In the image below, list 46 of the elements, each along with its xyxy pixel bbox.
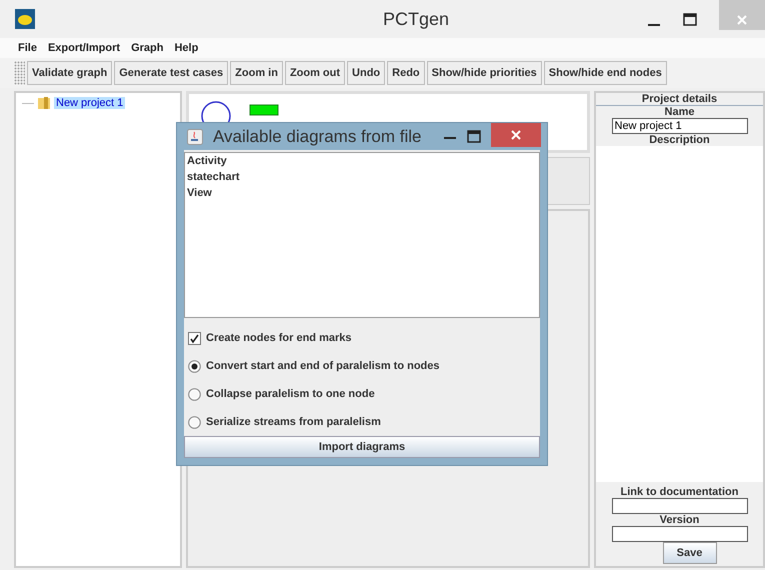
menu-item[interactable]: Export/Import xyxy=(48,42,120,54)
list-item[interactable]: View xyxy=(187,187,537,203)
toolbar-button[interactable]: Validate graph xyxy=(27,61,112,85)
menu-item[interactable]: File xyxy=(18,42,37,54)
dialog-title: Available diagrams from file xyxy=(213,126,422,146)
maximize-icon[interactable] xyxy=(683,13,697,27)
toolbar-button[interactable]: Undo xyxy=(347,61,386,85)
link-field[interactable] xyxy=(612,498,748,514)
toolbar-button[interactable]: Zoom in xyxy=(230,61,283,85)
toolbar-button[interactable]: Show/hide end nodes xyxy=(544,61,667,85)
option-label: Convert start and end of paralelism to nodes xyxy=(206,360,440,372)
panel-title: Project details xyxy=(596,93,763,106)
close-icon xyxy=(510,129,522,141)
close-icon xyxy=(736,14,748,26)
version-field[interactable] xyxy=(612,526,748,542)
list-item[interactable]: Activity xyxy=(187,155,537,171)
toolbar-button[interactable]: Zoom out xyxy=(284,61,346,85)
field-label: Link to documentation xyxy=(620,486,738,498)
menu-item[interactable]: Help xyxy=(174,42,198,54)
radio-button[interactable] xyxy=(188,416,201,428)
toolbar-button[interactable]: Generate test cases xyxy=(114,61,228,85)
tree-item[interactable]: New project 1 xyxy=(54,97,126,109)
option-label: Create nodes for end marks xyxy=(206,332,352,344)
list-item[interactable]: statechart xyxy=(187,171,537,187)
toolbar-button[interactable]: Redo xyxy=(387,61,425,85)
option-label: Collapse paralelism to one node xyxy=(206,388,375,400)
maximize-icon[interactable] xyxy=(467,130,481,144)
name-field[interactable]: New project 1 xyxy=(612,118,748,134)
folder-icon xyxy=(37,96,51,110)
radio-button[interactable] xyxy=(188,360,201,372)
toolbar-grip[interactable] xyxy=(14,61,25,85)
checkbox[interactable] xyxy=(188,332,201,344)
close-button[interactable] xyxy=(491,123,541,147)
description-field[interactable] xyxy=(596,146,763,482)
field-label: Version xyxy=(660,514,700,526)
toolbar-button[interactable]: Show/hide priorities xyxy=(426,61,542,85)
save-button[interactable]: Save xyxy=(662,542,716,564)
option-label: Serialize streams from paralelism xyxy=(206,416,381,428)
java-icon xyxy=(187,128,203,144)
field-label: Name xyxy=(664,106,694,118)
radio-button[interactable] xyxy=(188,388,201,400)
import-button[interactable]: Import diagrams xyxy=(184,436,540,458)
window-title: PCTgen xyxy=(382,8,450,30)
menu-item[interactable]: Graph xyxy=(131,42,164,54)
app-logo-icon xyxy=(15,9,35,29)
field-label: Description xyxy=(649,134,710,146)
